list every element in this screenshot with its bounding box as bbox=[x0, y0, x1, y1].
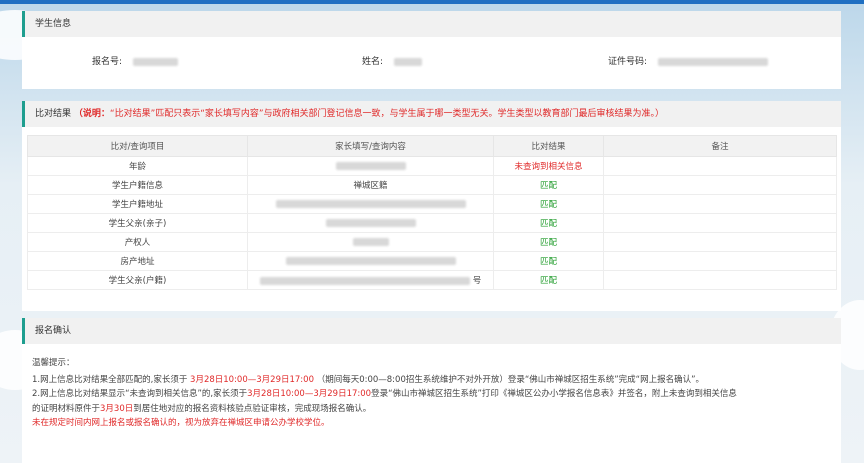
redacted-value bbox=[352, 237, 389, 246]
tip-2-text-b: 登录“佛山市禅城区招生系统”打印《禅城区公办小学报名信息表》并签名，附上未查询到… bbox=[371, 389, 737, 399]
row-content bbox=[247, 232, 494, 252]
tip-2: 2.网上信息比对结果显示“未查询到相关信息”的,家长须于3月28日10:00—3… bbox=[32, 387, 831, 416]
student-info-header: 学生信息 bbox=[22, 11, 841, 37]
table-row: 学生父亲(户籍) 号 匹配 bbox=[27, 270, 837, 290]
reg-no-value-redacted bbox=[132, 57, 178, 66]
row-content bbox=[247, 251, 494, 271]
redacted-value bbox=[285, 256, 456, 265]
name-field: 姓名: bbox=[362, 54, 422, 67]
row-result: 匹配 bbox=[493, 213, 604, 233]
table-row: 学生户籍信息 禅城区籍 匹配 bbox=[27, 175, 837, 195]
col-item: 比对/查询项目 bbox=[27, 135, 248, 157]
warning-text: 未在规定时间内网上报名或报名确认的，视为放弃在禅城区申请公办学校学位。 bbox=[32, 418, 330, 428]
row-item: 房产地址 bbox=[27, 251, 248, 271]
row-note bbox=[603, 175, 837, 195]
tips-block: 温馨提示： 1.网上信息比对结果全部匹配的,家长须于 3月28日10:00—3月… bbox=[22, 344, 841, 431]
row-item: 学生父亲(户籍) bbox=[27, 270, 248, 290]
row-note bbox=[603, 270, 837, 290]
row-content bbox=[247, 194, 494, 214]
row-item: 学生户籍地址 bbox=[27, 194, 248, 214]
id-value-redacted bbox=[657, 57, 768, 66]
redacted-value bbox=[275, 199, 466, 208]
compare-table: 比对/查询项目 家长填写/查询内容 比对结果 备注 年龄 未查询到相关信息 学生… bbox=[27, 135, 837, 290]
row-result: 匹配 bbox=[493, 194, 604, 214]
tip-1-text: 1.网上信息比对结果全部匹配的,家长须于 bbox=[32, 374, 188, 385]
tip-2-text-d: 到居住地对应的报名资料核验点验证审核，完成现场报名确认。 bbox=[133, 403, 372, 414]
col-result: 比对结果 bbox=[493, 135, 604, 157]
reg-no-field: 报名号: bbox=[92, 54, 178, 67]
tip-2-text: 2.网上信息比对结果显示“未查询到相关信息”的,家长须于 bbox=[32, 389, 248, 399]
row-note bbox=[603, 251, 837, 271]
top-accent-bar bbox=[0, 0, 864, 4]
row-content: 号 bbox=[247, 270, 494, 290]
confirm-title: 报名确认 bbox=[35, 326, 72, 336]
compare-note: （说明：“比对结果”匹配只表示“家长填写内容”与政府相关部门登记信息一致，与学生… bbox=[74, 109, 664, 119]
row-result: 匹配 bbox=[493, 175, 604, 195]
redacted-value bbox=[259, 276, 470, 285]
student-info-row: 报名号: 姓名: 证件号码: bbox=[22, 37, 841, 81]
compare-note-bold: （说明： bbox=[73, 109, 110, 119]
row-note bbox=[603, 232, 837, 252]
row-item: 学生父亲(亲子) bbox=[27, 213, 248, 233]
row-note bbox=[603, 156, 837, 176]
row-item: 学生户籍信息 bbox=[27, 175, 248, 195]
row-result: 匹配 bbox=[493, 270, 604, 290]
col-content: 家长填写/查询内容 bbox=[247, 135, 494, 157]
row-result: 未查询到相关信息 bbox=[493, 156, 604, 176]
tip-2-date-2: 3月30日 bbox=[100, 403, 134, 414]
row-content bbox=[247, 213, 494, 233]
tip-2-text-c: 的证明材料原件于 bbox=[32, 403, 101, 414]
compare-table-header: 比对/查询项目 家长填写/查询内容 比对结果 备注 bbox=[27, 135, 837, 157]
table-row: 学生父亲(亲子) 匹配 bbox=[27, 213, 837, 233]
row-content: 禅城区籍 bbox=[247, 175, 494, 195]
confirm-header: 报名确认 bbox=[22, 318, 841, 344]
id-label: 证件号码: bbox=[608, 57, 648, 67]
tips-title: 温馨提示： bbox=[32, 358, 75, 368]
compare-header: 比对结果 （说明：“比对结果”匹配只表示“家长填写内容”与政府相关部门登记信息一… bbox=[22, 101, 841, 127]
table-row: 产权人 匹配 bbox=[27, 232, 837, 252]
id-field: 证件号码: bbox=[608, 54, 768, 67]
table-row: 学生户籍地址 匹配 bbox=[27, 194, 837, 214]
compare-note-text: “比对结果”匹配只表示“家长填写内容”与政府相关部门登记信息一致，与学生属于哪一… bbox=[109, 109, 665, 119]
tip-2-date: 3月28日10:00—3月29日17:00 bbox=[247, 389, 372, 399]
reg-no-label: 报名号: bbox=[92, 57, 123, 67]
row-item: 产权人 bbox=[27, 232, 248, 252]
row-content-suffix: 号 bbox=[472, 276, 482, 286]
tip-1: 1.网上信息比对结果全部匹配的,家长须于 3月28日10:00—3月29日17:… bbox=[32, 373, 831, 388]
row-note bbox=[603, 194, 837, 214]
compare-title: 比对结果 bbox=[35, 109, 72, 119]
row-result: 匹配 bbox=[493, 232, 604, 252]
row-result: 匹配 bbox=[493, 251, 604, 271]
tip-1-date: 3月28日10:00—3月29日17:00 bbox=[190, 374, 314, 385]
row-content bbox=[247, 156, 494, 176]
name-label: 姓名: bbox=[362, 57, 384, 67]
tip-1-text-b: （期间每天0:00—8:00招生系统维护不对外开放）登录“佛山市禅城区招生系统”… bbox=[316, 374, 704, 385]
row-item: 年龄 bbox=[27, 156, 248, 176]
name-value-redacted bbox=[393, 57, 422, 66]
redacted-value bbox=[335, 161, 406, 170]
table-row: 年龄 未查询到相关信息 bbox=[27, 156, 837, 176]
confirm-panel: 报名确认 温馨提示： 1.网上信息比对结果全部匹配的,家长须于 3月28日10:… bbox=[22, 318, 841, 463]
student-info-panel: 学生信息 报名号: 姓名: 证件号码: bbox=[22, 11, 841, 89]
table-row: 房产地址 匹配 bbox=[27, 251, 837, 271]
col-note: 备注 bbox=[603, 135, 837, 157]
row-note bbox=[603, 213, 837, 233]
student-info-title: 学生信息 bbox=[35, 19, 72, 29]
compare-panel: 比对结果 （说明：“比对结果”匹配只表示“家长填写内容”与政府相关部门登记信息一… bbox=[22, 101, 841, 311]
redacted-value bbox=[325, 218, 416, 227]
